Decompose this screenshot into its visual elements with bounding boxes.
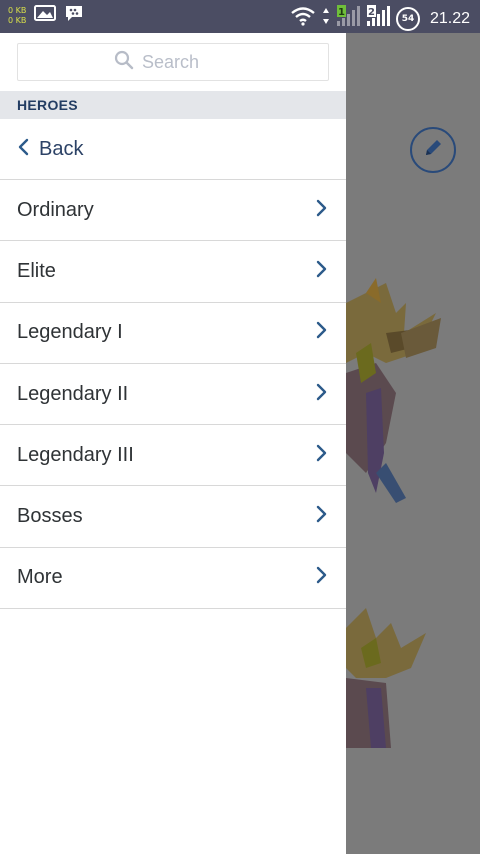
clock: 21.22: [429, 9, 470, 27]
chevron-right-icon: [316, 199, 328, 222]
menu-item-label: Legendary II: [17, 382, 129, 405]
navigation-drawer: HEROES Back Ordinary Elite Legendary I L…: [0, 33, 346, 854]
sim1-number: 1: [338, 7, 345, 18]
back-button[interactable]: Back: [0, 119, 346, 180]
back-chevron-icon: [17, 138, 29, 161]
menu-item-label: Elite: [17, 259, 56, 282]
search-box[interactable]: [17, 43, 329, 81]
menu-item-legendary-1[interactable]: Legendary I: [0, 303, 346, 364]
chevron-right-icon: [316, 260, 328, 283]
wifi-icon: [290, 6, 316, 31]
menu-list: Ordinary Elite Legendary I Legendary II …: [0, 180, 346, 610]
sim2-number: 2: [368, 7, 375, 18]
back-label: Back: [39, 137, 84, 160]
hero-artwork-2: [346, 608, 426, 748]
chevron-right-icon: [316, 444, 328, 467]
chevron-right-icon: [316, 383, 328, 406]
menu-item-label: Legendary I: [17, 321, 123, 344]
section-header: HEROES: [0, 91, 346, 119]
data-transfer-icon: [322, 7, 330, 30]
edit-button[interactable]: [410, 127, 456, 173]
status-bar-right: 1 2 54 21.22: [290, 5, 470, 32]
menu-item-label: Legendary III: [17, 443, 134, 466]
download-speed: 0 KB: [8, 15, 27, 25]
search-icon: [114, 50, 134, 75]
chevron-right-icon: [316, 321, 328, 344]
menu-item-more[interactable]: More: [0, 548, 346, 610]
menu-item-bosses[interactable]: Bosses: [0, 486, 346, 548]
menu-item-label: Bosses: [17, 505, 83, 528]
status-bar-left: 0 KB 0 KB: [8, 4, 84, 27]
search-input[interactable]: [142, 51, 232, 73]
battery-indicator: 54: [395, 6, 420, 31]
menu-item-ordinary[interactable]: Ordinary: [0, 180, 346, 242]
signal-icon-sim1: 1: [336, 5, 360, 32]
menu-item-legendary-3[interactable]: Legendary III: [0, 425, 346, 487]
chevron-right-icon: [316, 566, 328, 589]
upload-speed: 0 KB: [8, 5, 27, 15]
menu-item-legendary-2[interactable]: Legendary II: [0, 364, 346, 426]
section-title: HEROES: [17, 97, 78, 113]
menu-item-elite[interactable]: Elite: [0, 241, 346, 303]
bbm-icon: [64, 4, 84, 27]
network-speed: 0 KB 0 KB: [8, 6, 26, 26]
hero-artwork-1: [346, 278, 441, 503]
edit-pencil-icon: [422, 137, 444, 164]
image-icon: [34, 5, 57, 26]
chevron-right-icon: [316, 505, 328, 528]
signal-icon-sim2: 2: [366, 5, 390, 32]
menu-item-label: More: [17, 566, 63, 589]
status-bar: 0 KB 0 KB 1 2 54 21.22: [0, 0, 480, 33]
menu-item-label: Ordinary: [17, 198, 94, 221]
